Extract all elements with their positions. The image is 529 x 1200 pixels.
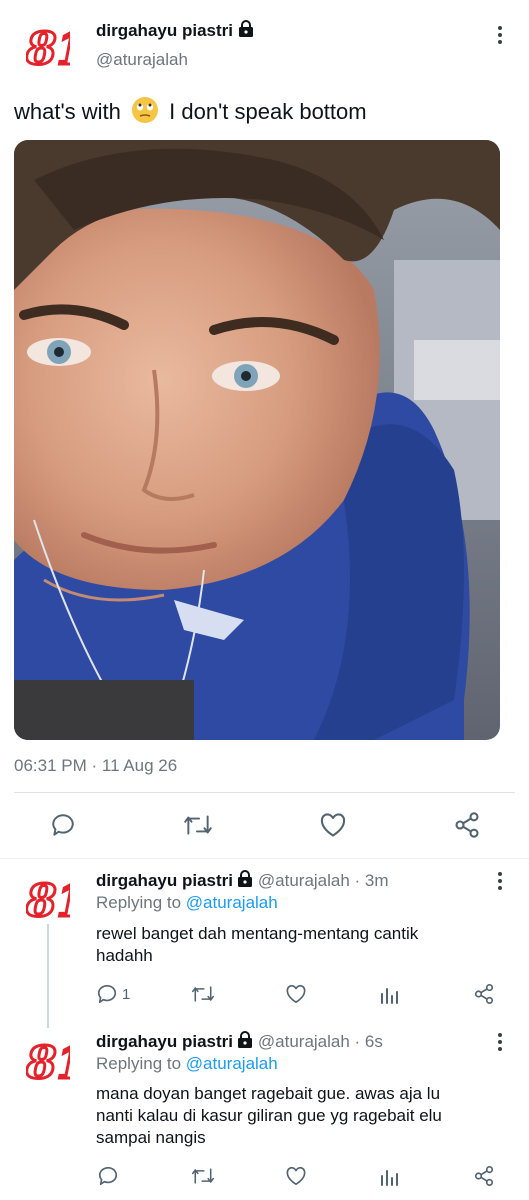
- reply-text-line: sampai nangis: [96, 1128, 206, 1147]
- tweet-text-part2: I don't speak bottom: [169, 99, 367, 124]
- tweet-text: what's with I don't speak bottom: [14, 96, 367, 125]
- reply-author-handle[interactable]: @aturajalah · 6s: [258, 1032, 383, 1051]
- share-button[interactable]: [450, 810, 484, 840]
- analytics-button[interactable]: [378, 982, 402, 1006]
- heart-icon: [286, 984, 306, 1003]
- lock-icon: [238, 870, 253, 887]
- retweet-button[interactable]: [190, 982, 216, 1006]
- analytics-button[interactable]: [378, 1164, 402, 1188]
- more-options-icon[interactable]: [498, 1033, 504, 1054]
- reply-header: dirgahayu piastri @aturajalah · 6s: [96, 1031, 383, 1052]
- replying-to-link[interactable]: @aturajalah: [186, 1054, 278, 1073]
- tweet-text-part1: what's with: [14, 99, 121, 124]
- reply-avatar[interactable]: 81: [24, 1037, 89, 1091]
- reply-button[interactable]: 1: [96, 982, 130, 1006]
- f1-81-logo-icon: 81 81: [24, 23, 89, 77]
- reply-text-line: mana doyan banget ragebait gue. awas aja…: [96, 1084, 441, 1103]
- retweet-icon: [184, 815, 212, 835]
- tweet-photo[interactable]: [14, 140, 500, 740]
- share-button[interactable]: [472, 982, 496, 1006]
- reply-header: dirgahayu piastri @aturajalah · 3m: [96, 870, 389, 891]
- replying-to-link[interactable]: @aturajalah: [186, 893, 278, 912]
- divider: [14, 792, 515, 793]
- reply-text-line: hadahh: [96, 946, 153, 965]
- reply-text-line: nanti kalau di kasur giliran gue yg rage…: [96, 1106, 442, 1125]
- reply-text: mana doyan banget ragebait gue. awas aja…: [96, 1083, 442, 1149]
- like-button[interactable]: [284, 1164, 308, 1188]
- reply-author-name[interactable]: dirgahayu piastri: [96, 871, 233, 890]
- reply-author-handle[interactable]: @aturajalah · 3m: [258, 871, 389, 890]
- reply-text-line: rewel banget dah mentang-mentang cantik: [96, 924, 419, 943]
- photo-content: [14, 140, 500, 740]
- like-button[interactable]: [284, 982, 308, 1006]
- retweet-icon: [191, 1168, 215, 1184]
- reply-icon: [52, 814, 74, 836]
- author-handle[interactable]: @aturajalah: [96, 50, 188, 70]
- author-name-text: dirgahayu piastri: [96, 21, 233, 40]
- retweet-icon: [191, 986, 215, 1002]
- like-button[interactable]: [316, 810, 350, 840]
- heart-icon: [286, 1166, 306, 1185]
- f1-81-logo-icon: 81: [24, 1037, 89, 1091]
- reply-avatar[interactable]: 81: [24, 875, 89, 929]
- svg-text:81: 81: [26, 876, 70, 922]
- replying-prefix: Replying to: [96, 1054, 182, 1073]
- replying-prefix: Replying to: [96, 893, 182, 912]
- f1-81-logo-icon: 81: [24, 875, 89, 929]
- tweet-timestamp[interactable]: 06:31 PM · 11 Aug 26: [14, 756, 177, 776]
- retweet-button[interactable]: [180, 810, 216, 840]
- reply-count: 1: [122, 985, 131, 1003]
- reply-icon: [97, 985, 117, 1004]
- share-button[interactable]: [472, 1164, 496, 1188]
- analytics-icon: [381, 988, 398, 1004]
- svg-text:81: 81: [26, 1038, 70, 1084]
- reply-button[interactable]: [96, 1164, 120, 1188]
- share-icon: [474, 984, 494, 1004]
- reply-text: rewel banget dah mentang-mentang cantik …: [96, 923, 418, 967]
- reply-button[interactable]: [46, 810, 80, 840]
- share-icon: [455, 812, 479, 838]
- replying-to: Replying to @aturajalah: [96, 893, 278, 913]
- more-options-icon[interactable]: [498, 872, 504, 893]
- reply-author-name[interactable]: dirgahayu piastri: [96, 1032, 233, 1051]
- reply-icon: [98, 1167, 118, 1186]
- share-icon: [474, 1166, 494, 1186]
- thread-line: [47, 924, 49, 1028]
- avatar-logo[interactable]: 81 81: [24, 23, 89, 77]
- eye-roll-emoji-icon: [132, 97, 159, 123]
- lock-icon: [238, 1031, 253, 1048]
- replying-to: Replying to @aturajalah: [96, 1054, 278, 1074]
- lock-icon: [238, 20, 253, 37]
- retweet-button[interactable]: [190, 1164, 216, 1188]
- analytics-icon: [381, 1170, 398, 1186]
- heart-icon: [320, 813, 346, 837]
- more-options-icon[interactable]: [498, 26, 504, 47]
- author-name[interactable]: dirgahayu piastri: [96, 20, 254, 41]
- divider: [0, 858, 529, 859]
